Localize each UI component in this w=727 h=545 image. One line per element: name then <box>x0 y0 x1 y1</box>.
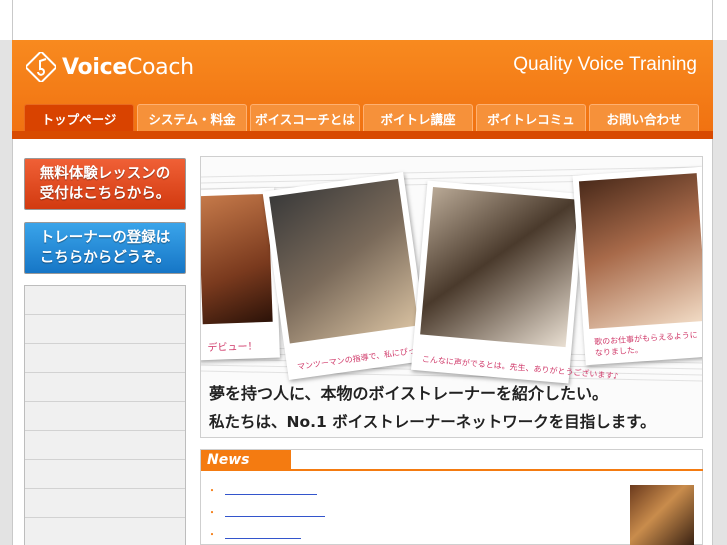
site-logo[interactable]: VoiceCoach <box>26 52 194 82</box>
news-title: News <box>201 450 291 471</box>
trainer-registration-banner[interactable]: トレーナーの登録は こちらからどうぞ。 <box>24 222 186 274</box>
sidebar-menu-item[interactable] <box>25 315 185 344</box>
news-bullet: ・ <box>207 530 217 541</box>
free-trial-banner-line2: 受付はこちらから。 <box>39 186 171 202</box>
nav-tab-contact[interactable]: お問い合わせ <box>589 104 699 131</box>
nav-tab-voice-training-course[interactable]: ボイトレ講座 <box>363 104 473 131</box>
photo-students-smiling: こんなに声がでるとは。先生、ありがとうございます♪ <box>411 180 619 384</box>
free-trial-banner-line1: 無料体験レッスンの <box>39 166 171 182</box>
news-item-link[interactable] <box>225 538 301 539</box>
site-tagline: Quality Voice Training <box>513 54 697 75</box>
news-list-item: ・ <box>207 526 301 541</box>
sidebar-menu-item[interactable] <box>25 402 185 431</box>
sidebar-menu-item[interactable] <box>25 373 185 402</box>
header-stripe <box>12 131 713 139</box>
news-bullet: ・ <box>207 486 217 497</box>
sidebar-menu <box>24 285 186 545</box>
photo-one-on-one-lesson: マンツーマンの指導で、私にぴったりのレッスン <box>262 172 472 380</box>
hero-headline-1: 夢を持つ人に、本物のボイストレーナーを紹介したい。 <box>209 384 609 403</box>
nav-tab-top-page[interactable]: トップページ <box>24 104 134 131</box>
photo-caption-singing-job: 歌のお仕事がもらえるようになりました。 <box>593 330 699 358</box>
news-title-rule <box>291 469 703 471</box>
news-item-link[interactable] <box>225 516 325 517</box>
photo-caption-debut: デビュー！ <box>207 341 258 355</box>
news-thumbnail-image[interactable] <box>630 485 694 545</box>
hero-headline-2: 私たちは、No.1 ボイストレーナーネットワークを目指します。 <box>209 413 656 431</box>
sidebar-menu-item[interactable] <box>25 286 185 315</box>
photo-recording-studio: 歌のお仕事がもらえるようになりました。 <box>572 166 702 366</box>
news-item-link[interactable] <box>225 494 317 495</box>
nav-tab-voice-training-community[interactable]: ボイトレコミュ <box>476 104 586 131</box>
sidebar-menu-item[interactable] <box>25 344 185 373</box>
nav-tab-system-pricing[interactable]: システム・料金 <box>137 104 247 131</box>
news-list-item: ・ <box>207 482 317 497</box>
trainer-banner-line2: こちらからどうぞ。 <box>39 250 171 266</box>
nav-tab-about-voicecoach[interactable]: ボイスコーチとは <box>250 104 360 131</box>
news-bullet: ・ <box>207 508 217 519</box>
hero-banner: デビュー！ マンツーマンの指導で、私にぴったりのレッスン こんなに声がでるとは。… <box>200 156 703 438</box>
voicecoach-logo-icon <box>26 52 56 82</box>
logo-text: VoiceCoach <box>62 54 194 80</box>
sidebar-menu-item[interactable] <box>25 489 185 518</box>
news-section: News ・ ・ ・ <box>200 449 703 545</box>
news-list-item: ・ <box>207 504 325 519</box>
sidebar-menu-item[interactable] <box>25 460 185 489</box>
sidebar-menu-item[interactable] <box>25 431 185 460</box>
free-trial-lesson-banner[interactable]: 無料体験レッスンの 受付はこちらから。 <box>24 158 186 210</box>
sidebar-menu-item[interactable] <box>25 518 185 545</box>
trainer-banner-line1: トレーナーの登録は <box>39 230 171 246</box>
main-navigation: トップページ システム・料金 ボイスコーチとは ボイトレ講座 ボイトレコミュ お… <box>24 104 699 131</box>
